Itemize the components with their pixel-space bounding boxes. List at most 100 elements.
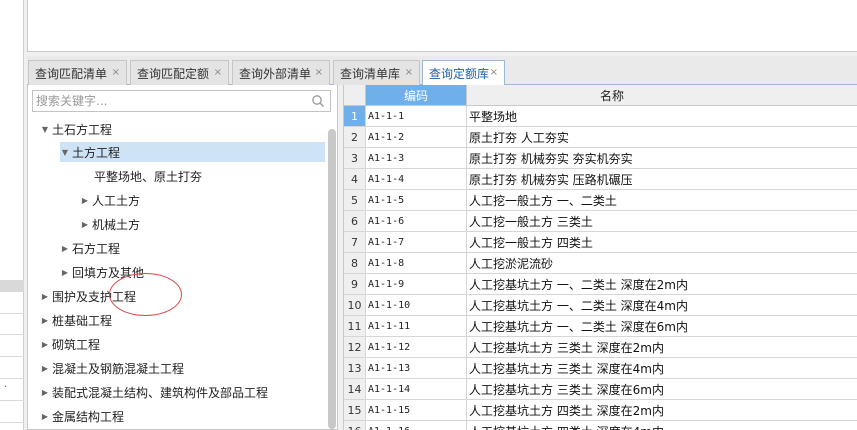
cell-code[interactable]: A1-1-7 [366,232,467,253]
table-row[interactable]: 8 A1-1-8 人工挖淤泥流砂 [344,253,857,274]
tree-node-masonry[interactable]: ▶ 砌筑工程 [40,334,100,354]
caret-right-icon[interactable]: ▶ [40,364,50,373]
row-number[interactable]: 15 [344,400,366,421]
cell-code[interactable]: A1-1-5 [366,190,467,211]
cell-code[interactable]: A1-1-10 [366,295,467,316]
close-icon[interactable]: × [405,67,413,78]
cell-name[interactable]: 原土打夯 人工夯实 [467,127,857,148]
tree-node-concrete[interactable]: ▶ 混凝土及钢筋混凝土工程 [40,358,184,378]
caret-right-icon[interactable]: ▶ [40,292,50,301]
search-input[interactable] [33,91,303,111]
tree-node-soil-work[interactable]: ▼ 土方工程 [60,142,325,162]
cell-name[interactable]: 人工挖一般土方 四类土 [467,232,857,253]
row-number[interactable]: 10 [344,295,366,316]
table-row[interactable]: 6 A1-1-6 人工挖一般土方 三类土 [344,211,857,232]
tree-node-enclosure-support[interactable]: ▶ 围护及支护工程 [40,286,136,306]
caret-down-icon[interactable]: ▼ [60,148,70,157]
cell-code[interactable]: A1-1-8 [366,253,467,274]
table-row[interactable]: 13 A1-1-13 人工挖基坑土方 三类土 深度在4m内 [344,358,857,379]
cell-code[interactable]: A1-1-11 [366,316,467,337]
cell-code[interactable]: A1-1-2 [366,127,467,148]
tree-node-metal-structure[interactable]: ▶ 金属结构工程 [40,406,124,426]
caret-right-icon[interactable]: ▶ [80,220,90,229]
table-row[interactable]: 10 A1-1-10 人工挖基坑土方 一、二类土 深度在4m内 [344,295,857,316]
caret-right-icon[interactable]: ▶ [40,412,50,421]
cell-code[interactable]: A1-1-16 [366,421,467,430]
table-row[interactable]: 9 A1-1-9 人工挖基坑土方 一、二类土 深度在2m内 [344,274,857,295]
tab-query-external-list[interactable]: 查询外部清单 × [232,60,330,85]
table-row[interactable]: 16A1-1-16人工挖基坑土方 四类土 深度在4m内 [344,421,857,430]
caret-right-icon[interactable]: ▶ [80,196,90,205]
row-number[interactable]: 13 [344,358,366,379]
tree-scrollbar[interactable] [328,129,336,429]
close-icon[interactable]: × [112,67,120,78]
search-icon[interactable] [311,94,325,108]
table-row[interactable]: 12 A1-1-12 人工挖基坑土方 三类土 深度在2m内 [344,337,857,358]
cell-name[interactable]: 原土打夯 机械夯实 压路机碾压 [467,169,857,190]
close-icon[interactable]: × [490,67,498,78]
row-number[interactable]: 11 [344,316,366,337]
close-icon[interactable]: × [315,67,323,78]
cell-name[interactable]: 人工挖基坑土方 三类土 深度在2m内 [467,337,857,358]
caret-right-icon[interactable]: ▶ [60,268,70,277]
tree-node-prefab-concrete[interactable]: ▶ 装配式混凝土结构、建筑构件及部品工程 [40,382,268,402]
table-row[interactable]: 7 A1-1-7 人工挖一般土方 四类土 [344,232,857,253]
row-number[interactable]: 8 [344,253,366,274]
table-row[interactable]: 2 A1-1-2 原土打夯 人工夯实 [344,127,857,148]
cell-code[interactable]: A1-1-9 [366,274,467,295]
cell-code[interactable]: A1-1-15 [366,400,467,421]
table-row[interactable]: 14 A1-1-14 人工挖基坑土方 三类土 深度在6m内 [344,379,857,400]
row-number[interactable]: 2 [344,127,366,148]
cell-name[interactable]: 人工挖一般土方 三类土 [467,211,857,232]
cell-name[interactable]: 人工挖基坑土方 四类土 深度在4m内 [467,421,857,430]
row-number[interactable]: 5 [344,190,366,211]
tab-query-quota-library[interactable]: 查询定额库 × [422,60,505,86]
tree-node-earthwork[interactable]: ▼ 土石方工程 [40,119,112,139]
row-number[interactable]: 1 [344,106,366,127]
table-row[interactable]: 3 A1-1-3 原土打夯 机械夯实 夯实机夯实 [344,148,857,169]
cell-code[interactable]: A1-1-4 [366,169,467,190]
cell-name[interactable]: 平整场地 [467,106,857,127]
scrollbar-thumb[interactable] [328,129,336,429]
cell-name[interactable]: 原土打夯 机械夯实 夯实机夯实 [467,148,857,169]
column-header-code[interactable]: 编码 [366,85,467,106]
cell-code[interactable]: A1-1-1 [366,106,467,127]
tree-node-mechanical-soil[interactable]: ▶ 机械土方 [80,214,140,234]
row-number[interactable]: 16 [344,421,366,430]
cell-code[interactable]: A1-1-13 [366,358,467,379]
row-number[interactable]: 3 [344,148,366,169]
tab-query-list-library[interactable]: 查询清单库 × [333,60,420,85]
tree-node-manual-soil[interactable]: ▶ 人工土方 [80,190,140,210]
tree-node-rock-work[interactable]: ▶ 石方工程 [60,238,120,258]
caret-right-icon[interactable]: ▶ [40,316,50,325]
caret-right-icon[interactable]: ▶ [40,340,50,349]
cell-name[interactable]: 人工挖一般土方 一、二类土 [467,190,857,211]
row-number[interactable]: 9 [344,274,366,295]
row-number[interactable]: 7 [344,232,366,253]
column-header-name[interactable]: 名称 [467,85,857,106]
caret-right-icon[interactable]: ▶ [40,388,50,397]
row-number[interactable]: 6 [344,211,366,232]
table-row[interactable]: 5 A1-1-5 人工挖一般土方 一、二类土 [344,190,857,211]
cell-name[interactable]: 人工挖基坑土方 一、二类土 深度在4m内 [467,295,857,316]
caret-right-icon[interactable]: ▶ [60,244,70,253]
cell-code[interactable]: A1-1-12 [366,337,467,358]
table-row[interactable]: 4 A1-1-4 原土打夯 机械夯实 压路机碾压 [344,169,857,190]
tree-node-pile-foundation[interactable]: ▶ 桩基础工程 [40,310,112,330]
cell-name[interactable]: 人工挖基坑土方 一、二类土 深度在6m内 [467,316,857,337]
table-row[interactable]: 15 A1-1-15 人工挖基坑土方 四类土 深度在2m内 [344,400,857,421]
tree-node-backfill[interactable]: ▶ 回填方及其他 [60,262,144,282]
caret-down-icon[interactable]: ▼ [40,125,50,134]
cell-name[interactable]: 人工挖基坑土方 三类土 深度在6m内 [467,379,857,400]
row-number[interactable]: 12 [344,337,366,358]
tab-query-match-quota[interactable]: 查询匹配定额 × [130,60,229,85]
tree-node-site-leveling[interactable]: 平整场地、原土打夯 [82,166,202,186]
cell-name[interactable]: 人工挖淤泥流砂 [467,253,857,274]
cell-code[interactable]: A1-1-14 [366,379,467,400]
table-row[interactable]: 1 A1-1-1 平整场地 [344,106,857,127]
row-number[interactable]: 14 [344,379,366,400]
cell-code[interactable]: A1-1-3 [366,148,467,169]
tab-query-match-list[interactable]: 查询匹配清单 × [28,60,127,85]
cell-name[interactable]: 人工挖基坑土方 四类土 深度在2m内 [467,400,857,421]
row-number[interactable]: 4 [344,169,366,190]
